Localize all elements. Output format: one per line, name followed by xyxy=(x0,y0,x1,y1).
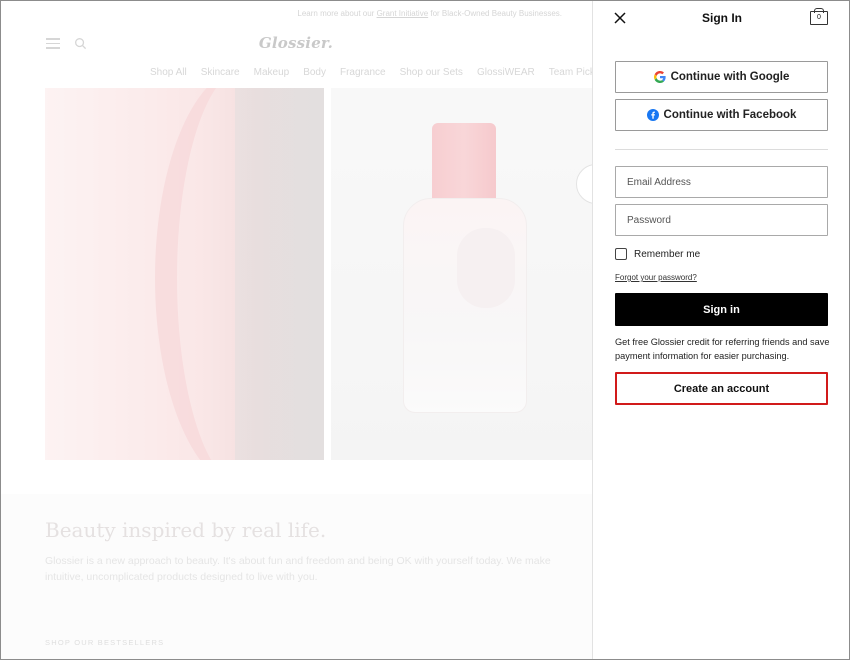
email-field[interactable] xyxy=(615,166,828,198)
google-button-label: Continue with Google xyxy=(670,71,790,83)
divider xyxy=(615,149,828,150)
sign-in-panel: Sign In 0 Continue with Google Continue … xyxy=(592,0,850,660)
glossier-logo[interactable]: Glossier. xyxy=(0,34,592,52)
page-overlay xyxy=(0,0,592,660)
background-page: Learn more about our Grant Initiative fo… xyxy=(0,0,592,660)
facebook-button-label: Continue with Facebook xyxy=(663,109,797,121)
continue-with-facebook-button[interactable]: Continue with Facebook xyxy=(615,99,828,131)
continue-with-google-button[interactable]: Continue with Google xyxy=(615,61,828,93)
forgot-password-link[interactable]: Forgot your password? xyxy=(615,273,697,282)
remember-me-checkbox[interactable]: Remember me xyxy=(615,248,700,260)
password-field[interactable] xyxy=(615,204,828,236)
create-account-button[interactable]: Create an account xyxy=(615,372,828,405)
google-icon xyxy=(653,71,666,83)
benefits-text: Get free Glossier credit for referring f… xyxy=(615,337,830,361)
cart-count: 0 xyxy=(817,14,821,21)
checkbox-box[interactable] xyxy=(615,248,627,260)
remember-me-label: Remember me xyxy=(634,248,701,260)
sign-in-button[interactable]: Sign in xyxy=(615,293,828,326)
facebook-icon xyxy=(646,109,659,121)
cart-icon[interactable]: 0 xyxy=(810,8,828,25)
